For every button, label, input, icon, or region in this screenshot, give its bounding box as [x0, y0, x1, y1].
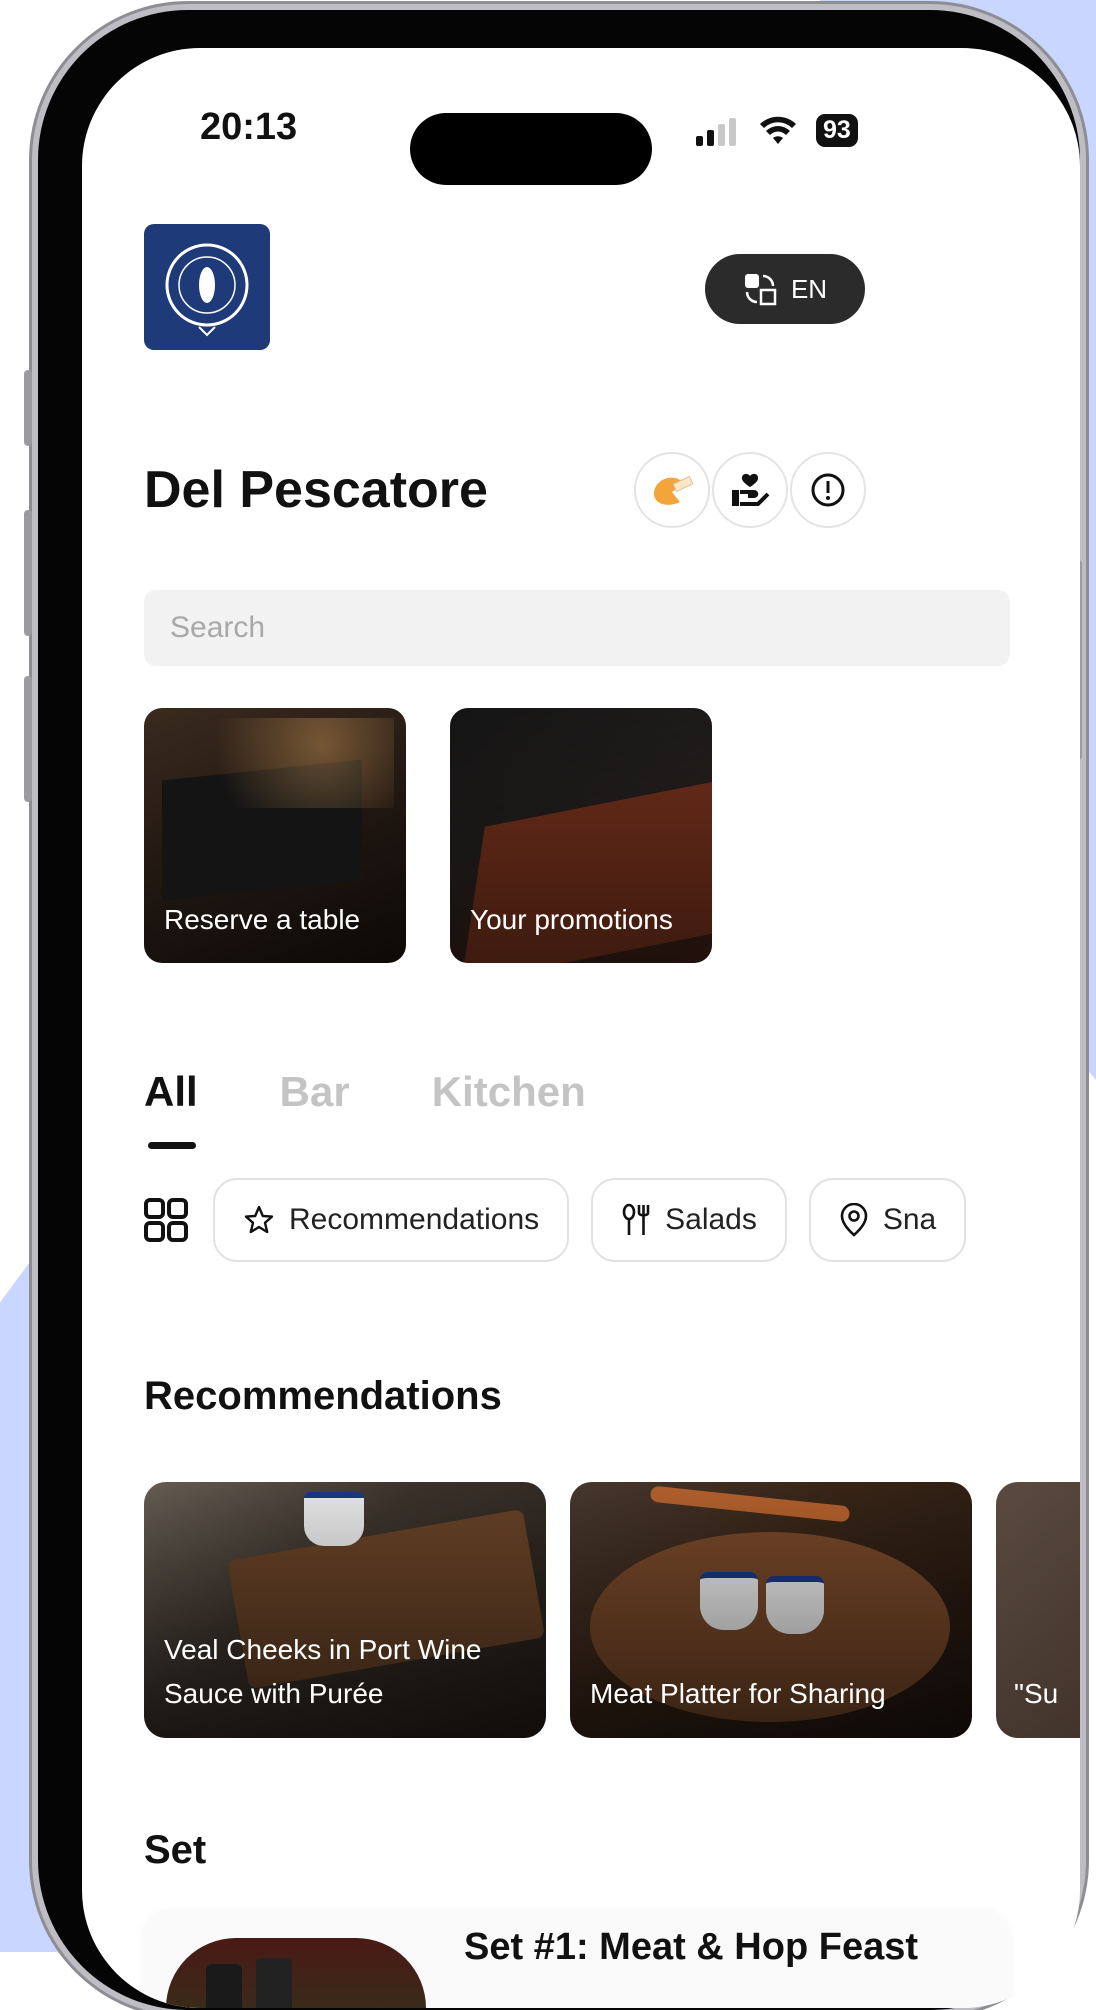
bottle-graphic	[206, 1964, 242, 2008]
hand-heart-icon	[732, 473, 770, 506]
tab-all[interactable]: All	[144, 1068, 198, 1116]
recommendation-card[interactable]: "Su	[996, 1482, 1080, 1738]
active-tab-indicator	[148, 1142, 196, 1149]
reserve-table-card[interactable]: Reserve a table	[144, 708, 406, 963]
section-title-set: Set	[144, 1828, 207, 1872]
menu-tabs: All Bar Kitchen	[144, 1068, 586, 1116]
battery-indicator: 93	[816, 114, 858, 147]
set-image	[166, 1938, 426, 2008]
tab-kitchen[interactable]: Kitchen	[432, 1068, 586, 1116]
fortune-cookie-button[interactable]	[634, 452, 710, 528]
signal-icon	[696, 117, 736, 146]
language-label: EN	[790, 273, 828, 304]
your-promotions-card[interactable]: Your promotions	[450, 708, 712, 963]
section-title-recommendations: Recommendations	[144, 1374, 502, 1418]
wifi-icon	[760, 116, 796, 144]
recommendation-card[interactable]: Veal Cheeks in Port Wine Sauce with Puré…	[144, 1482, 546, 1738]
grid-view-icon[interactable]	[144, 1198, 188, 1242]
dish-name: Meat Platter for Sharing	[590, 1678, 886, 1709]
location-icon	[840, 1203, 868, 1237]
alert-icon	[811, 473, 845, 507]
phone-frame: 20:13 93 EN Del Pescatore Search Reserve…	[24, 10, 1082, 2010]
star-icon	[244, 1205, 274, 1234]
fortune-cookie-icon	[654, 475, 694, 505]
dish-name: "Su	[1014, 1678, 1059, 1709]
language-switch-button[interactable]: EN	[705, 254, 865, 324]
chip-label: Recommendations	[289, 1203, 540, 1236]
set-card[interactable]: Set #1: Meat & Hop Feast	[144, 1910, 1010, 2008]
chip-label: Salads	[665, 1203, 757, 1236]
restaurant-logo[interactable]	[144, 224, 270, 350]
tab-bar[interactable]: Bar	[280, 1068, 350, 1116]
quick-action-label: Your promotions	[470, 904, 673, 935]
card-light-graphic	[154, 718, 394, 808]
restaurant-name: Del Pescatore	[144, 461, 488, 519]
translate-icon	[744, 274, 777, 306]
chip-recommendations[interactable]: Recommendations	[213, 1178, 570, 1262]
logo-emblem-icon	[165, 243, 249, 337]
recommendation-card[interactable]: Meat Platter for Sharing	[570, 1482, 972, 1738]
volume-down-button	[24, 676, 32, 802]
category-chips: Recommendations Salads Sna	[213, 1178, 967, 1262]
tip-button[interactable]	[712, 452, 788, 528]
search-input[interactable]	[144, 590, 1010, 666]
cutlery-icon	[622, 1203, 650, 1235]
bottle-graphic	[256, 1958, 292, 2008]
quick-action-label: Reserve a table	[164, 904, 361, 935]
chip-label: Sna	[882, 1203, 937, 1236]
info-button[interactable]	[790, 452, 866, 528]
action-button	[24, 370, 32, 446]
app-screen: 20:13 93 EN Del Pescatore Search Reserve…	[82, 48, 1080, 2008]
chip-salads[interactable]: Salads	[591, 1178, 787, 1262]
status-time: 20:13	[200, 106, 298, 148]
volume-up-button	[24, 510, 32, 636]
status-icons: 93	[696, 114, 858, 147]
set-name: Set #1: Meat & Hop Feast	[464, 1926, 918, 1968]
dynamic-island	[410, 113, 652, 185]
chip-snacks[interactable]: Sna	[808, 1178, 967, 1262]
dish-name: Veal Cheeks in Port Wine Sauce with Puré…	[164, 1634, 482, 1709]
